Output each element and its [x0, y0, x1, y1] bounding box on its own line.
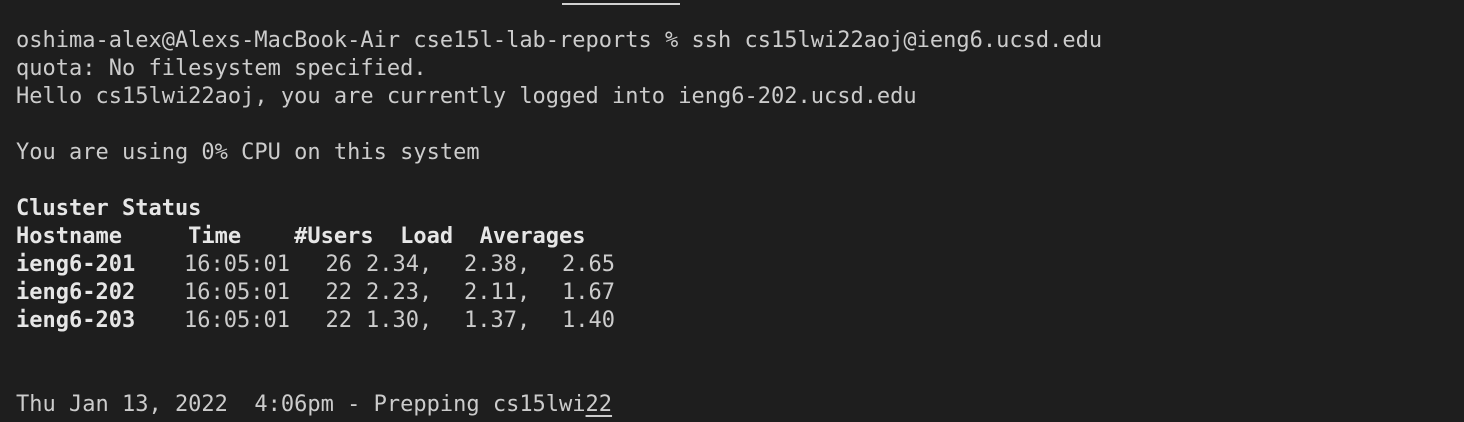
prepping-suffix: 22	[585, 392, 613, 417]
user-count: 22	[325, 308, 353, 333]
load-1: 2.23,	[366, 280, 433, 305]
load-2: 2.38,	[464, 252, 531, 277]
load-3: 1.67	[562, 280, 615, 305]
scroll-indicator[interactable]	[562, 3, 680, 5]
ssh-command-line: oshima-alex@Alexs-MacBook-Air cse15l-lab…	[16, 28, 1103, 53]
cluster-row: ieng6-203 16:05:01 22 1.30, 1.37, 1.40	[16, 307, 1464, 335]
hostname: ieng6-203	[16, 308, 136, 333]
hostname: ieng6-201	[16, 252, 136, 277]
cluster-row: ieng6-202 16:05:01 22 2.23, 2.11, 1.67	[16, 279, 1464, 307]
cluster-table-header: Hostname Time #Users Load Averages	[16, 224, 586, 249]
load-3: 2.65	[562, 252, 615, 277]
user-count: 26	[325, 252, 353, 277]
load-2: 1.37,	[464, 308, 531, 333]
load-1: 2.34,	[366, 252, 433, 277]
quota-message: quota: No filesystem specified.	[16, 56, 427, 81]
load-3: 1.40	[562, 308, 615, 333]
cluster-row: ieng6-201 16:05:01 26 2.34, 2.38, 2.65	[16, 251, 1464, 279]
cpu-usage-message: You are using 0% CPU on this system	[16, 140, 480, 165]
time: 16:05:01	[184, 252, 290, 277]
load-1: 1.30,	[366, 308, 433, 333]
time: 16:05:01	[184, 280, 290, 305]
terminal-window[interactable]: oshima-alex@Alexs-MacBook-Air cse15l-lab…	[0, 0, 1464, 422]
prepping-message: Thu Jan 13, 2022 4:06pm - Prepping cs15l…	[16, 391, 1464, 419]
prepping-prefix: Thu Jan 13, 2022 4:06pm - Prepping cs15l…	[16, 392, 586, 417]
cluster-status-title: Cluster Status	[16, 196, 202, 221]
time: 16:05:01	[184, 308, 290, 333]
load-2: 2.11,	[464, 280, 531, 305]
hostname: ieng6-202	[16, 280, 136, 305]
hello-message: Hello cs15lwi22aoj, you are currently lo…	[16, 84, 917, 109]
user-count: 22	[325, 280, 353, 305]
